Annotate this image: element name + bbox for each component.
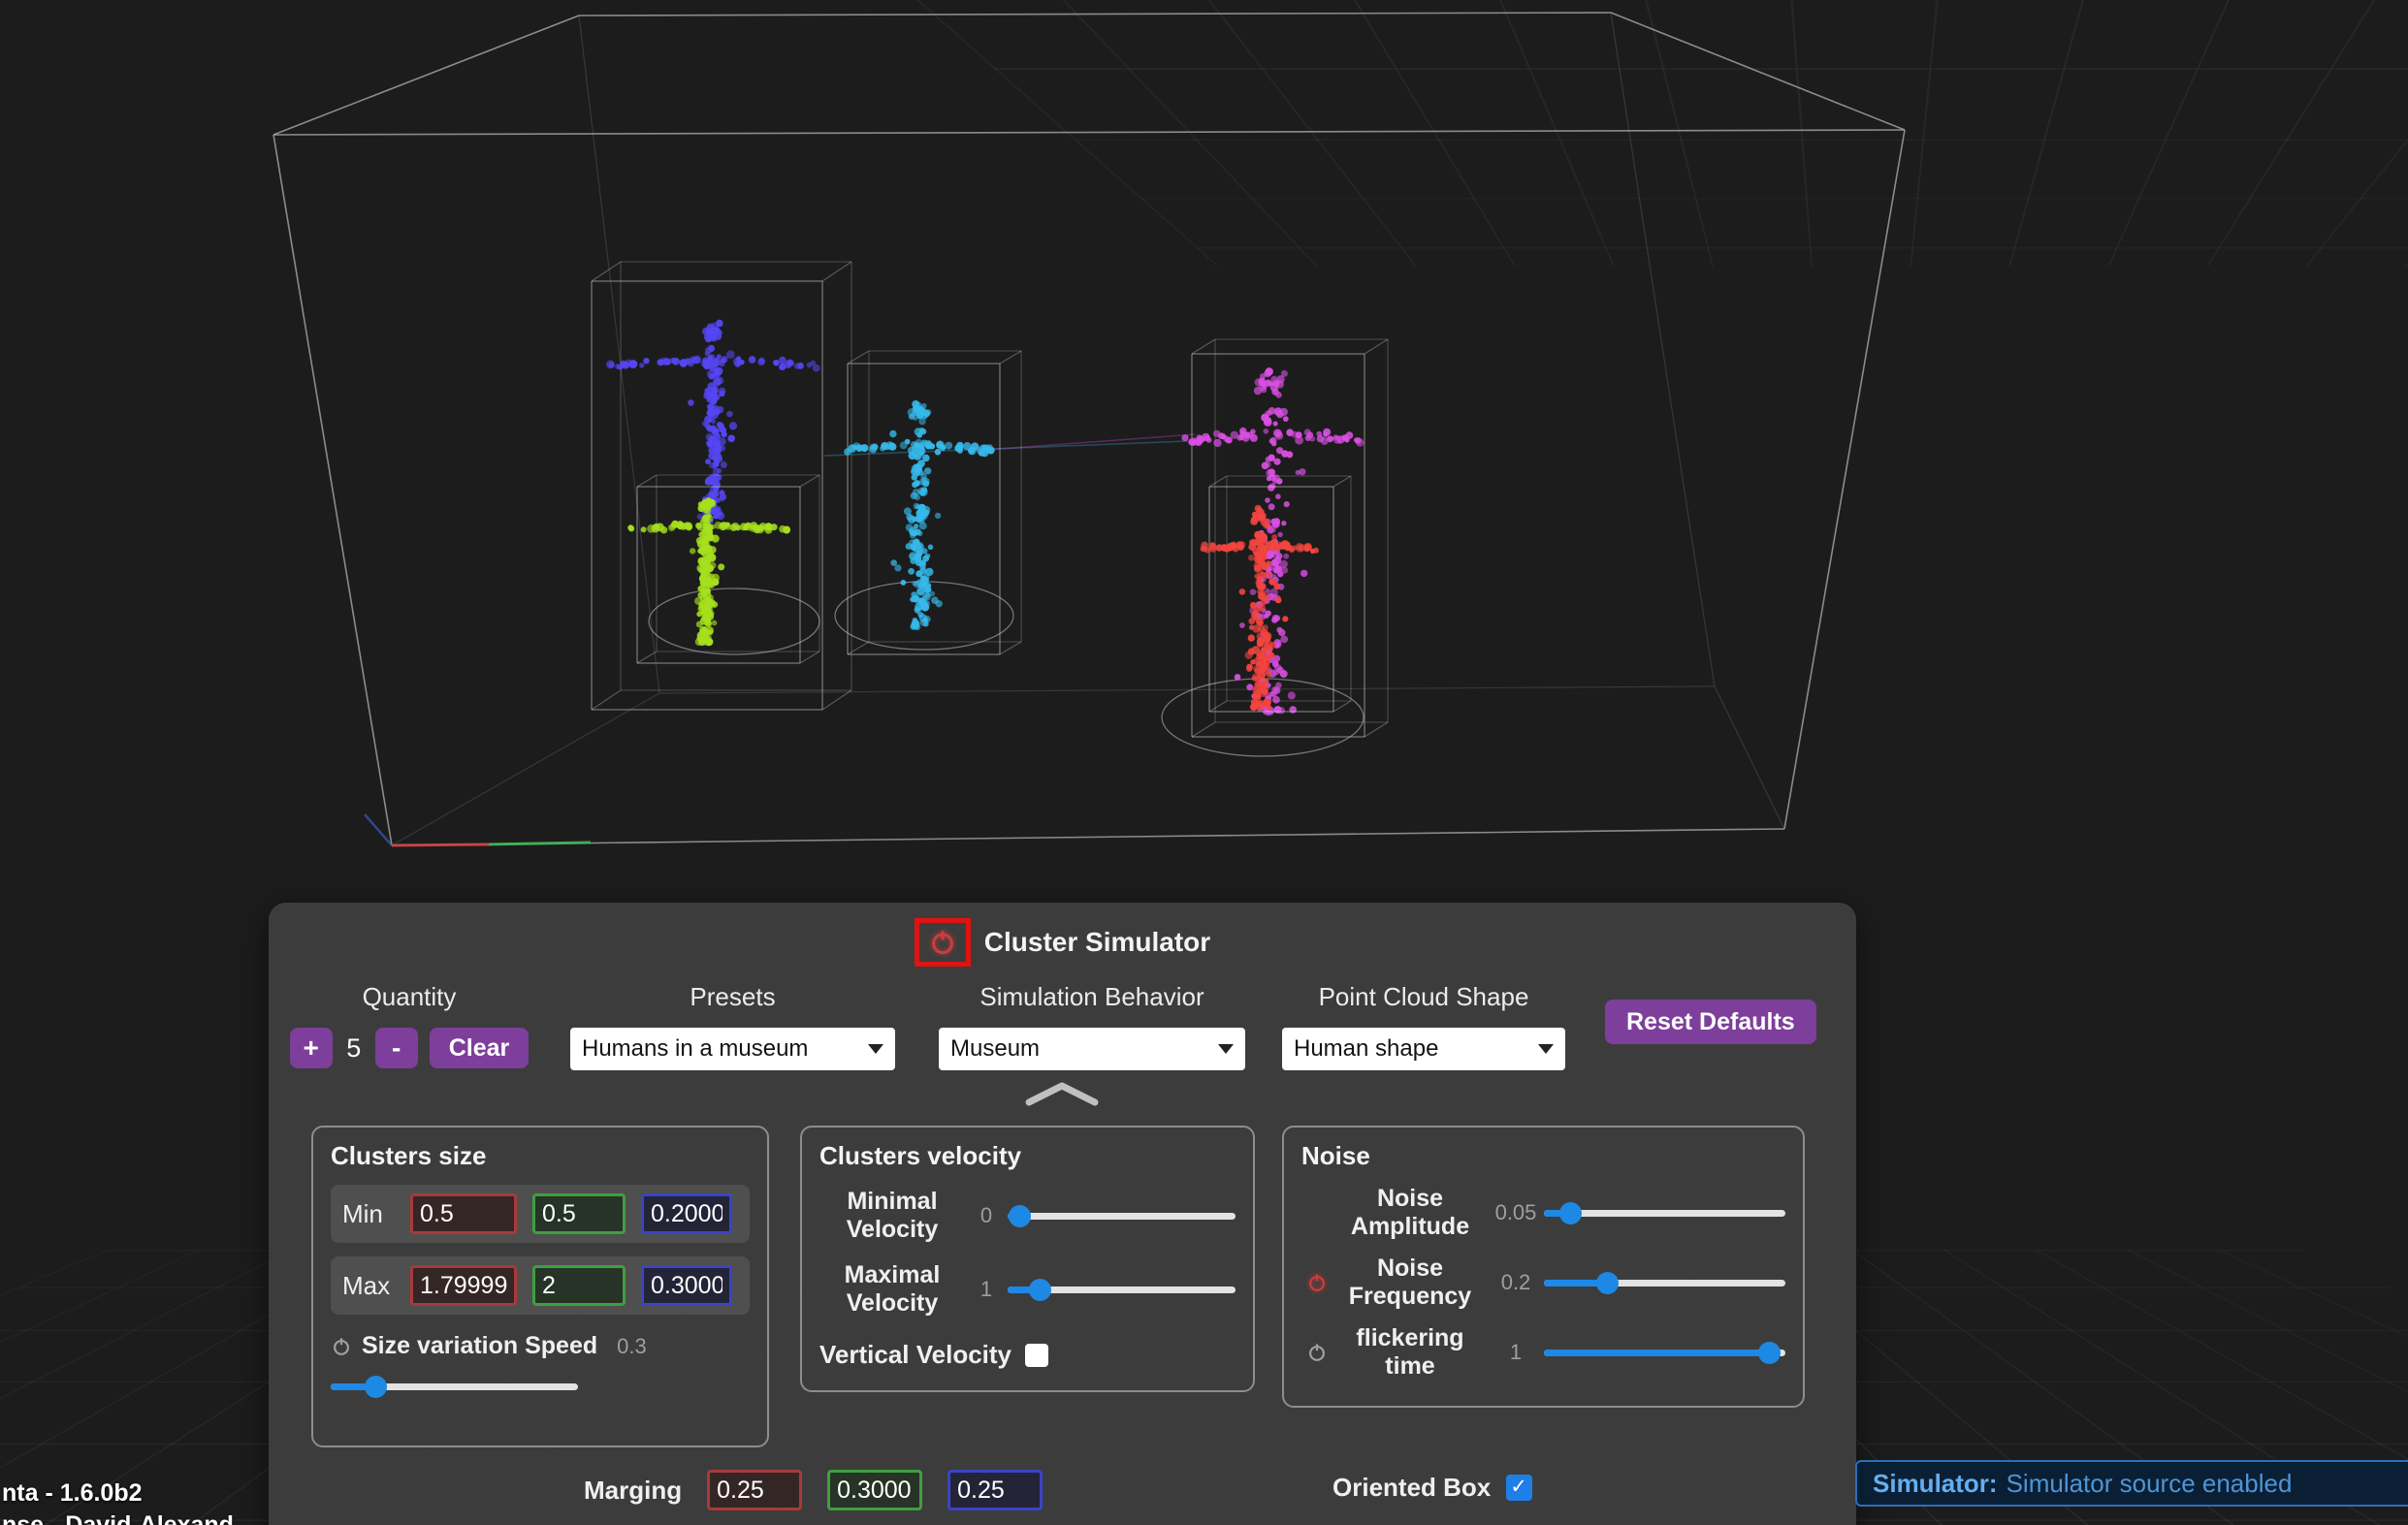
marging-y-input[interactable]: [827, 1470, 922, 1510]
app-window: Cluster Simulator Quantity + 5 - Clear P…: [0, 0, 2408, 1525]
cyan-point-cloud-figure: [844, 400, 995, 630]
point-cloud-shape-select[interactable]: Human shape: [1282, 1028, 1565, 1070]
quantity-value: 5: [344, 1033, 364, 1064]
noise-amplitude-label: Noise Amplitude: [1332, 1185, 1488, 1241]
oriented-box-checkbox[interactable]: [1506, 1475, 1532, 1501]
max-z-input[interactable]: [641, 1265, 732, 1306]
noise-frequency-value: 0.2: [1488, 1270, 1544, 1295]
chevron-up-icon[interactable]: [1023, 1079, 1101, 1108]
max-label: Max: [342, 1271, 395, 1301]
slider-thumb[interactable]: [1009, 1205, 1031, 1227]
size-variation-speed-value: 0.3: [617, 1334, 647, 1359]
red-point-cloud-figure: [1201, 505, 1319, 711]
minimal-velocity-value: 0: [965, 1203, 1008, 1228]
flickering-time-value: 1: [1488, 1340, 1544, 1365]
shape-selected-value: Human shape: [1294, 1035, 1438, 1063]
green-point-cloud-figure: [627, 497, 790, 647]
quantity-column: Quantity + 5 - Clear: [288, 982, 530, 1068]
clusters-size-title: Clusters size: [331, 1141, 750, 1171]
shape-column: Point Cloud Shape Human shape: [1282, 982, 1565, 1070]
panel-title: Cluster Simulator: [984, 927, 1210, 958]
behavior-selected-value: Museum: [950, 1035, 1040, 1063]
max-x-input[interactable]: [410, 1265, 517, 1306]
quantity-decrease-button[interactable]: -: [375, 1028, 418, 1068]
minimal-velocity-slider[interactable]: [1008, 1203, 1236, 1228]
status-message: Simulator source enabled: [2007, 1469, 2293, 1499]
behavior-column: Simulation Behavior Museum: [939, 982, 1245, 1070]
marging-row: Marging: [584, 1470, 1043, 1510]
clusters-size-panel: Clusters size Min Max Size variation Spe…: [311, 1126, 769, 1447]
slider-thumb[interactable]: [1029, 1279, 1051, 1301]
clear-button[interactable]: Clear: [430, 1028, 530, 1068]
version-line2: nse - David-Alexand: [2, 1509, 234, 1525]
maximal-velocity-label: Maximal Velocity: [819, 1261, 965, 1318]
quantity-increase-button[interactable]: +: [290, 1028, 333, 1068]
purple-point-cloud-figure: [606, 320, 820, 524]
noise-panel: Noise Noise Amplitude 0.05 No: [1282, 1126, 1805, 1408]
reset-defaults-button[interactable]: Reset Defaults: [1605, 1000, 1816, 1044]
cluster-simulator-panel: Cluster Simulator Quantity + 5 - Clear P…: [269, 903, 1856, 1525]
max-row: Max: [331, 1256, 750, 1315]
flickering-time-label: flickering time: [1332, 1324, 1488, 1381]
power-icon[interactable]: [1306, 1342, 1328, 1363]
quantity-label: Quantity: [288, 982, 530, 1012]
oriented-box-row: Oriented Box: [1332, 1473, 1532, 1503]
marging-label: Marging: [584, 1476, 682, 1506]
power-icon[interactable]: [331, 1336, 352, 1357]
slider-thumb[interactable]: [1758, 1342, 1781, 1364]
presets-label: Presets: [570, 982, 895, 1012]
noise-amplitude-value: 0.05: [1488, 1200, 1544, 1225]
oriented-box-label: Oriented Box: [1332, 1473, 1491, 1503]
slider-track: [1008, 1213, 1236, 1220]
power-icon[interactable]: [928, 928, 957, 957]
presets-selected-value: Humans in a museum: [582, 1035, 808, 1063]
size-variation-speed-slider[interactable]: [331, 1374, 578, 1399]
version-line1: nta - 1.6.0b2: [2, 1477, 234, 1509]
vertical-velocity-label: Vertical Velocity: [819, 1340, 1011, 1370]
noise-frequency-slider[interactable]: [1544, 1270, 1785, 1295]
size-variation-speed-label: Size variation Speed: [362, 1332, 597, 1360]
version-info: nta - 1.6.0b2 nse - David-Alexand: [2, 1477, 234, 1525]
vertical-velocity-checkbox[interactable]: [1025, 1344, 1048, 1367]
noise-amplitude-slider[interactable]: [1544, 1200, 1785, 1225]
slider-fill: [1544, 1350, 1769, 1356]
max-y-input[interactable]: [532, 1265, 626, 1306]
minimal-velocity-label: Minimal Velocity: [819, 1188, 965, 1244]
presets-select[interactable]: Humans in a museum: [570, 1028, 895, 1070]
clusters-velocity-title: Clusters velocity: [819, 1141, 1236, 1171]
chevron-down-icon: [1218, 1044, 1234, 1054]
status-bar: Simulator: Simulator source enabled: [1855, 1460, 2408, 1507]
min-y-input[interactable]: [532, 1193, 626, 1234]
shape-label: Point Cloud Shape: [1282, 982, 1565, 1012]
behavior-label: Simulation Behavior: [939, 982, 1245, 1012]
click-highlight-box: [915, 918, 971, 967]
clusters-velocity-panel: Clusters velocity Minimal Velocity 0 Max…: [800, 1126, 1255, 1392]
noise-title: Noise: [1301, 1141, 1785, 1171]
slider-thumb[interactable]: [1596, 1272, 1619, 1294]
marging-x-input[interactable]: [707, 1470, 802, 1510]
min-z-input[interactable]: [641, 1193, 732, 1234]
slider-thumb[interactable]: [365, 1376, 387, 1398]
min-label: Min: [342, 1199, 395, 1229]
maximal-velocity-value: 1: [965, 1277, 1008, 1302]
slider-thumb[interactable]: [1559, 1202, 1582, 1224]
min-x-input[interactable]: [410, 1193, 517, 1234]
presets-column: Presets Humans in a museum: [570, 982, 895, 1070]
noise-frequency-label: Noise Frequency: [1332, 1255, 1488, 1311]
chevron-down-icon: [1538, 1044, 1554, 1054]
power-icon[interactable]: [1306, 1272, 1328, 1293]
flickering-time-slider[interactable]: [1544, 1340, 1785, 1365]
chevron-down-icon: [868, 1044, 883, 1054]
panel-title-row: Cluster Simulator: [269, 918, 1856, 967]
min-row: Min: [331, 1185, 750, 1243]
simulation-behavior-select[interactable]: Museum: [939, 1028, 1245, 1070]
maximal-velocity-slider[interactable]: [1008, 1277, 1236, 1302]
status-prefix: Simulator:: [1873, 1469, 1998, 1499]
marging-z-input[interactable]: [947, 1470, 1043, 1510]
